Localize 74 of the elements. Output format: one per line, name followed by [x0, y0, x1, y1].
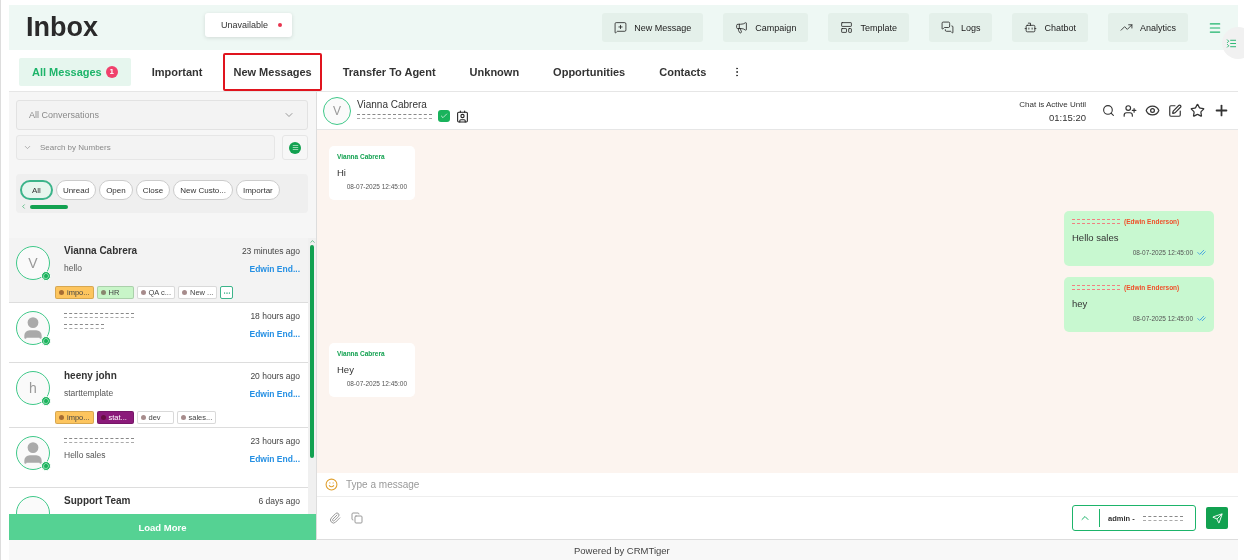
agent-link[interactable]: Edwin End... [249, 329, 300, 339]
timer: 01:15:20 [1048, 110, 1086, 124]
add-user-icon[interactable] [1123, 103, 1137, 118]
contact-name: Vianna Cabrera [357, 98, 428, 110]
send-button[interactable] [1206, 507, 1228, 529]
trend-icon [1120, 21, 1133, 34]
attach-icon[interactable] [329, 512, 341, 524]
contact-name: Vianna Cabrera [64, 245, 139, 256]
message-preview: Hello sales [64, 450, 107, 460]
filter-button[interactable] [282, 135, 308, 160]
filter-chip[interactable]: New Custo... [173, 180, 233, 200]
list-icon [1226, 37, 1237, 49]
page-title: Inbox [26, 12, 99, 43]
message-time: 20 hours ago [249, 371, 300, 381]
avatar: h [16, 371, 50, 405]
avatar: V [16, 246, 50, 280]
add-icon[interactable] [1213, 102, 1230, 119]
toolbar-button[interactable]: Campaign [723, 13, 809, 42]
filter-chip[interactable]: Unread [55, 180, 97, 200]
toolbar-button[interactable]: Logs [928, 13, 993, 42]
menu-icon[interactable] [1208, 20, 1222, 35]
layout-icon [840, 21, 854, 34]
filter-chip[interactable]: Open [99, 180, 133, 200]
more-tags-button[interactable] [220, 286, 234, 299]
tab[interactable]: Contacts [646, 57, 720, 86]
scroll-bar[interactable] [308, 238, 316, 514]
message-text: Hey [337, 364, 355, 375]
tab[interactable]: All Messages 1 [19, 57, 131, 86]
message-time: 18 hours ago [249, 311, 300, 321]
copy-icon[interactable] [351, 512, 363, 524]
message-text: Hello sales [1072, 232, 1120, 243]
tab[interactable]: Opportunities [540, 57, 639, 86]
contact-name: Support Team [64, 495, 132, 506]
robot-icon [1024, 21, 1038, 34]
send-icon [1211, 512, 1223, 524]
message-time: 6 days ago [258, 496, 300, 506]
search-icon[interactable] [1102, 104, 1115, 117]
chevron-down-icon [23, 143, 32, 152]
toolbar-button[interactable]: Chatbot [1012, 13, 1088, 42]
footer-text: Powered by CRMTiger [9, 540, 1238, 560]
message-preview: starttemplate [64, 388, 115, 398]
status-selector[interactable]: Unavailable [205, 12, 293, 37]
emoji-icon[interactable] [325, 478, 338, 491]
message-preview: hello [64, 263, 83, 273]
filter-chip[interactable]: All [20, 180, 53, 200]
chat-bubbles-icon [940, 21, 954, 34]
star-icon[interactable] [1190, 103, 1205, 118]
message-text: hey [1072, 298, 1089, 309]
contact-name: heeny john [64, 370, 118, 381]
edit-icon[interactable] [1168, 103, 1182, 118]
message-text: Hi [337, 167, 347, 178]
agent-link[interactable]: Edwin End... [249, 454, 300, 464]
filter-icon [289, 141, 301, 154]
message-time: 23 minutes ago [241, 246, 300, 256]
filter-chip[interactable]: Importar [235, 180, 280, 200]
megaphone-icon [735, 21, 749, 34]
tab[interactable]: Transfer To Agent [329, 57, 449, 86]
chat-plus-icon [614, 21, 628, 34]
redacted-number [1072, 219, 1120, 224]
agent-link[interactable]: Edwin End... [249, 389, 300, 399]
message-time: 23 hours ago [249, 436, 300, 446]
count-badge: 1 [105, 65, 118, 78]
toolbar-button[interactable]: Analytics [1108, 13, 1188, 42]
toolbar-button[interactable]: New Message [602, 13, 704, 42]
toolbar-button[interactable]: Template [828, 13, 909, 42]
filter-chip[interactable]: Close [135, 180, 171, 200]
redacted-number [1072, 285, 1120, 290]
avatar: V [323, 96, 351, 125]
contact-card-icon[interactable] [456, 109, 469, 123]
active-label: Chat is Active Until [1019, 98, 1086, 111]
tab[interactable]: Important [138, 57, 216, 86]
eye-icon[interactable] [1145, 103, 1160, 118]
tab[interactable]: New Messages [223, 52, 322, 91]
tab[interactable]: Unknown [456, 57, 533, 86]
